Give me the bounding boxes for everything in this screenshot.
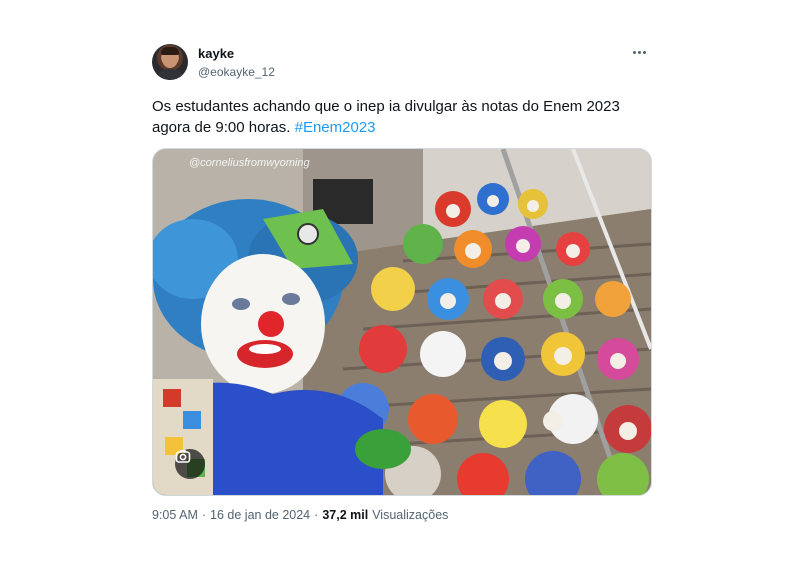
tweet-meta: 9:05 AM · 16 de jan de 2024 · 37,2 mil V…: [152, 508, 652, 522]
user-handle[interactable]: @eokayke_12: [198, 64, 275, 80]
more-options-icon[interactable]: [628, 44, 650, 60]
avatar[interactable]: [152, 44, 188, 80]
tweet-time[interactable]: 9:05 AM: [152, 508, 198, 522]
tweet-date[interactable]: 16 de jan de 2024: [210, 508, 310, 522]
tweet-body: Os estudantes achando que o inep ia divu…: [152, 98, 620, 136]
display-name[interactable]: kayke: [198, 46, 275, 62]
meta-separator: ·: [201, 508, 207, 522]
image-watermark: @corneliusfromwyoming: [189, 157, 310, 169]
tweet[interactable]: kayke @eokayke_12 Os estudantes achando …: [152, 42, 652, 522]
views-label: Visualizações: [372, 508, 449, 522]
clowns-photo: [153, 149, 651, 495]
hashtag-link[interactable]: #Enem2023: [295, 119, 376, 136]
lens-search-icon[interactable]: [175, 449, 205, 479]
tweet-text: Os estudantes achando que o inep ia divu…: [152, 96, 642, 138]
tweet-header: kayke @eokayke_12: [152, 42, 652, 90]
meta-separator-2: ·: [314, 508, 319, 522]
author-names: kayke @eokayke_12: [198, 46, 275, 80]
tweet-image[interactable]: @corneliusfromwyoming: [152, 148, 652, 496]
views-count: 37,2 mil: [322, 508, 369, 522]
